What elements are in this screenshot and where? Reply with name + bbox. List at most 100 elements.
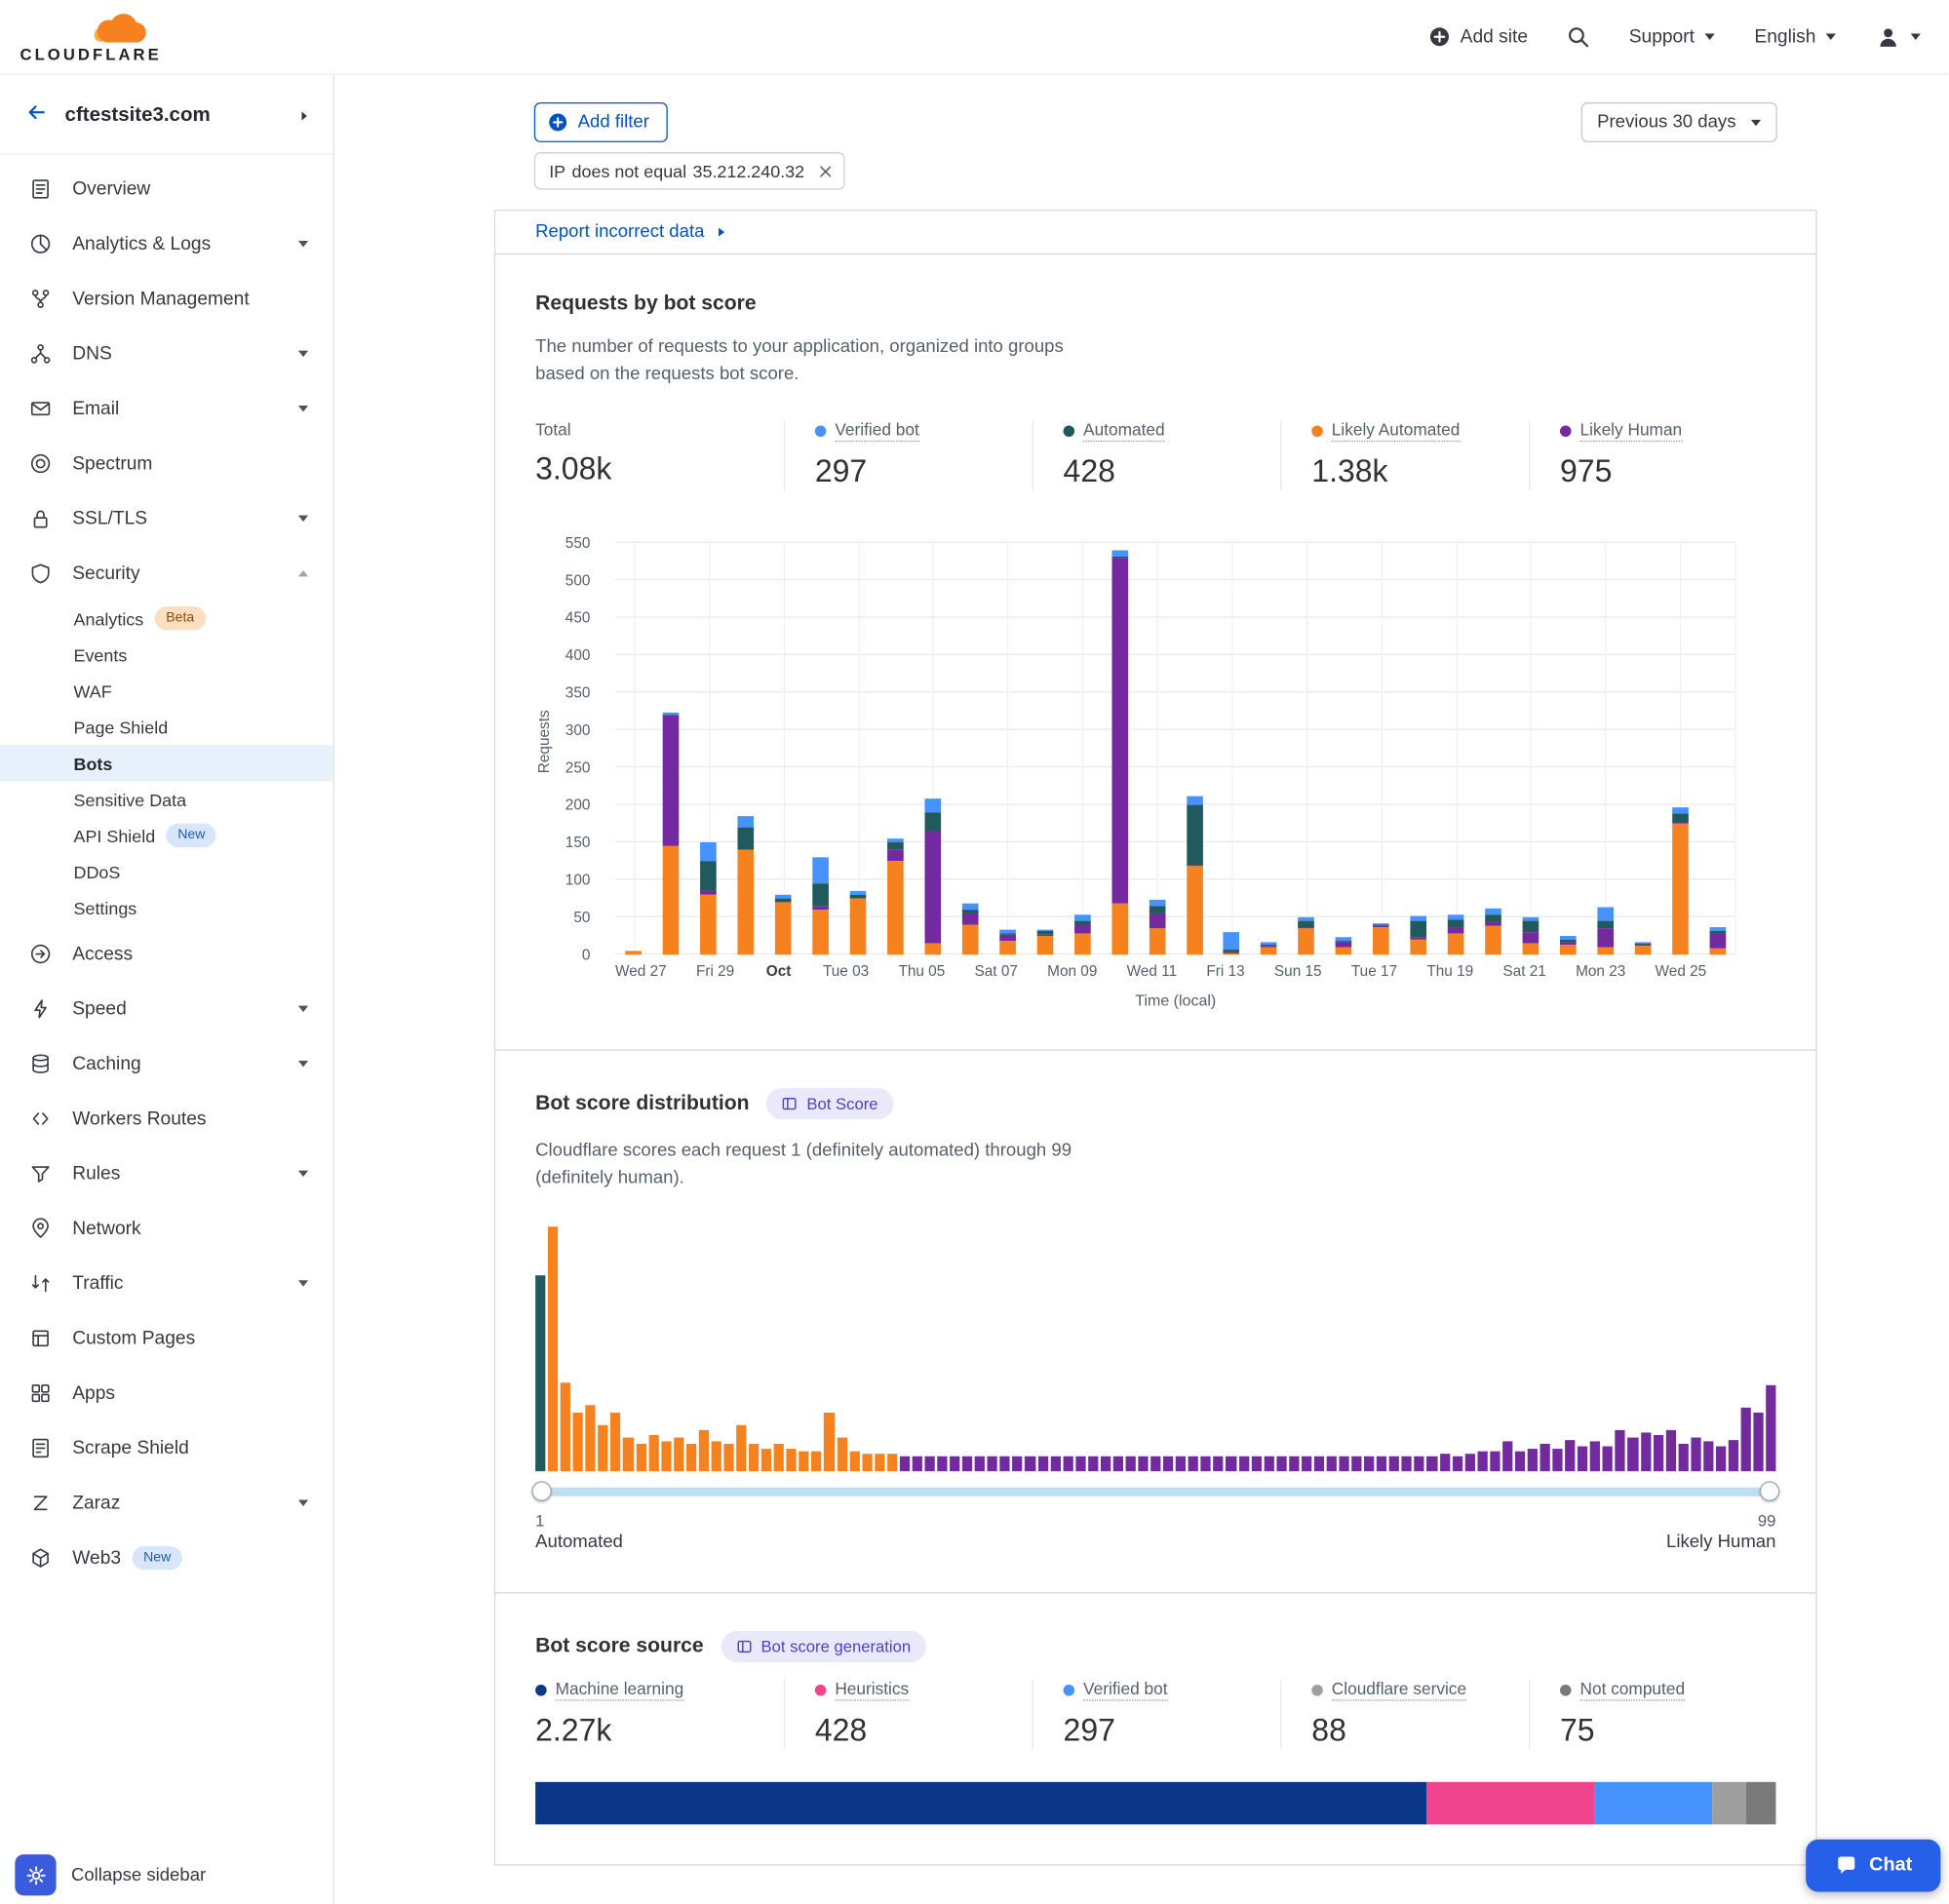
sidebar-item-label: Email [72,398,119,419]
sidebar-item-version-management[interactable]: Version Management [0,271,333,326]
sidebar-item-page-shield[interactable]: Page Shield [0,709,333,745]
sidebar-item-spectrum[interactable]: Spectrum [0,436,333,490]
filter-chip[interactable]: IP does not equal 35.212.240.32 [534,152,844,189]
sidebar-item-ssl-tls[interactable]: SSL/TLS [0,490,333,545]
bar [1415,1457,1424,1471]
sidebar-item-zaraz[interactable]: Zaraz [0,1475,333,1530]
slider-handle-min[interactable] [531,1481,551,1500]
bar [548,1226,558,1471]
bar [1299,917,1315,954]
bar [711,1442,721,1471]
slider-scale: 1 99 [535,1511,1775,1530]
chevron-down-icon [298,240,308,246]
sidebar-item-dns[interactable]: DNS [0,326,333,380]
bar [1327,1457,1337,1471]
chevron-down-icon [298,1499,308,1505]
bar [887,838,904,954]
sidebar-item-settings[interactable]: Settings [0,890,333,926]
card-description: The number of requests to your applicati… [535,333,1072,388]
cloudflare-logo[interactable]: CLOUDFLARE [19,11,161,63]
card-title: Bot score source [535,1635,704,1658]
sidebar-item-apps[interactable]: Apps [0,1365,333,1419]
stat-value: 297 [1064,1713,1259,1749]
sidebar-item-sensitive-data[interactable]: Sensitive Data [0,781,333,817]
report-incorrect-data-link[interactable]: Report incorrect data [495,211,1815,253]
support-menu[interactable]: Support [1629,26,1715,48]
source-stacked-bar[interactable] [535,1782,1775,1825]
bar [1603,1447,1613,1471]
sidebar-item-workers-routes[interactable]: Workers Routes [0,1091,333,1146]
bot-score-badge[interactable]: Bot Score [766,1088,892,1119]
bar [811,1452,821,1471]
bar [1528,1450,1538,1472]
sidebar-item-email[interactable]: Email [0,380,333,435]
sidebar-item-scrape-shield[interactable]: Scrape Shield [0,1420,333,1475]
chevron-up-icon [298,569,308,575]
bar [1063,1457,1072,1471]
sidebar-item-access[interactable]: Access [0,926,333,981]
chevron-down-icon [1911,34,1921,40]
bot-score-generation-badge[interactable]: Bot score generation [721,1631,926,1662]
bar [875,1455,884,1472]
sidebar-item-overview[interactable]: Overview [0,161,333,215]
bar [1560,936,1577,954]
sidebar-item-label: Bots [74,753,113,772]
beta-badge: Beta [155,606,206,630]
search-button[interactable] [1568,26,1589,48]
bar [1227,1457,1236,1471]
bar [1672,807,1689,954]
sidebar-item-traffic[interactable]: Traffic [0,1256,333,1310]
slider-track[interactable] [535,1488,1775,1496]
collapse-sidebar-label[interactable]: Collapse sidebar [71,1865,206,1885]
sidebar-item-waf[interactable]: WAF [0,673,333,709]
sidebar-item-security[interactable]: Security [0,545,333,600]
sidebar-item-bots[interactable]: Bots [0,745,333,781]
sidebar-item-caching[interactable]: Caching [0,1035,333,1090]
chat-label: Chat [1869,1854,1912,1877]
sidebar-item-network[interactable]: Network [0,1200,333,1255]
slider-endpoint-names: Automated Likely Human [535,1533,1775,1552]
requests-plot-area: 050100150200250300350400450500550 [615,543,1735,954]
sidebar-item-analytics[interactable]: AnalyticsBeta [0,601,333,637]
bar [1753,1413,1763,1471]
sidebar-footer: Collapse sidebar [15,1854,206,1895]
remove-filter-icon[interactable] [817,163,834,179]
sidebar-item-ddos[interactable]: DDoS [0,854,333,890]
slider-max-name: Likely Human [1666,1533,1775,1552]
chevron-right-icon[interactable] [297,108,311,123]
bar [1364,1457,1374,1471]
bar [1653,1435,1662,1472]
chat-button[interactable]: Chat [1806,1840,1940,1892]
header-actions: Add site Support English [1429,25,1921,48]
back-icon[interactable] [25,102,48,129]
add-filter-button[interactable]: Add filter [534,102,668,142]
chevron-down-icon [298,405,308,410]
account-menu[interactable] [1876,25,1921,48]
legend-dot [1560,425,1572,437]
sidebar-item-custom-pages[interactable]: Custom Pages [0,1310,333,1365]
sidebar-item-speed[interactable]: Speed [0,981,333,1035]
stat-value: 1.38k [1311,454,1506,490]
slider-handle-max[interactable] [1760,1481,1779,1500]
sidebar-item-label: Workers Routes [72,1107,206,1129]
sidebar-item-analytics-logs[interactable]: Analytics & Logs [0,215,333,270]
time-range-select[interactable]: Previous 30 days [1580,102,1776,142]
bar [1176,1457,1186,1471]
bar [1351,1457,1361,1471]
sidebar-item-label: Access [72,943,133,964]
bar [738,816,755,954]
add-site-button[interactable]: Add site [1429,26,1528,48]
site-header[interactable]: cftestsite3.com [0,75,333,155]
gear-icon[interactable] [15,1854,56,1895]
caching-icon [30,1053,52,1074]
sidebar-item-rules[interactable]: Rules [0,1146,333,1200]
stat-label: Cloudflare service [1332,1680,1466,1701]
segment-not-computed [1746,1782,1775,1825]
sidebar-item-label: Traffic [72,1272,123,1294]
requests-chart[interactable]: Requests 0501001502002503003504004505005… [535,543,1775,1010]
sidebar-item-events[interactable]: Events [0,637,333,673]
distribution-histogram[interactable] [535,1224,1775,1471]
language-menu[interactable]: English [1754,26,1835,48]
sidebar-item-api-shield[interactable]: API ShieldNew [0,817,333,853]
sidebar-item-web3[interactable]: Web3New [0,1530,333,1584]
